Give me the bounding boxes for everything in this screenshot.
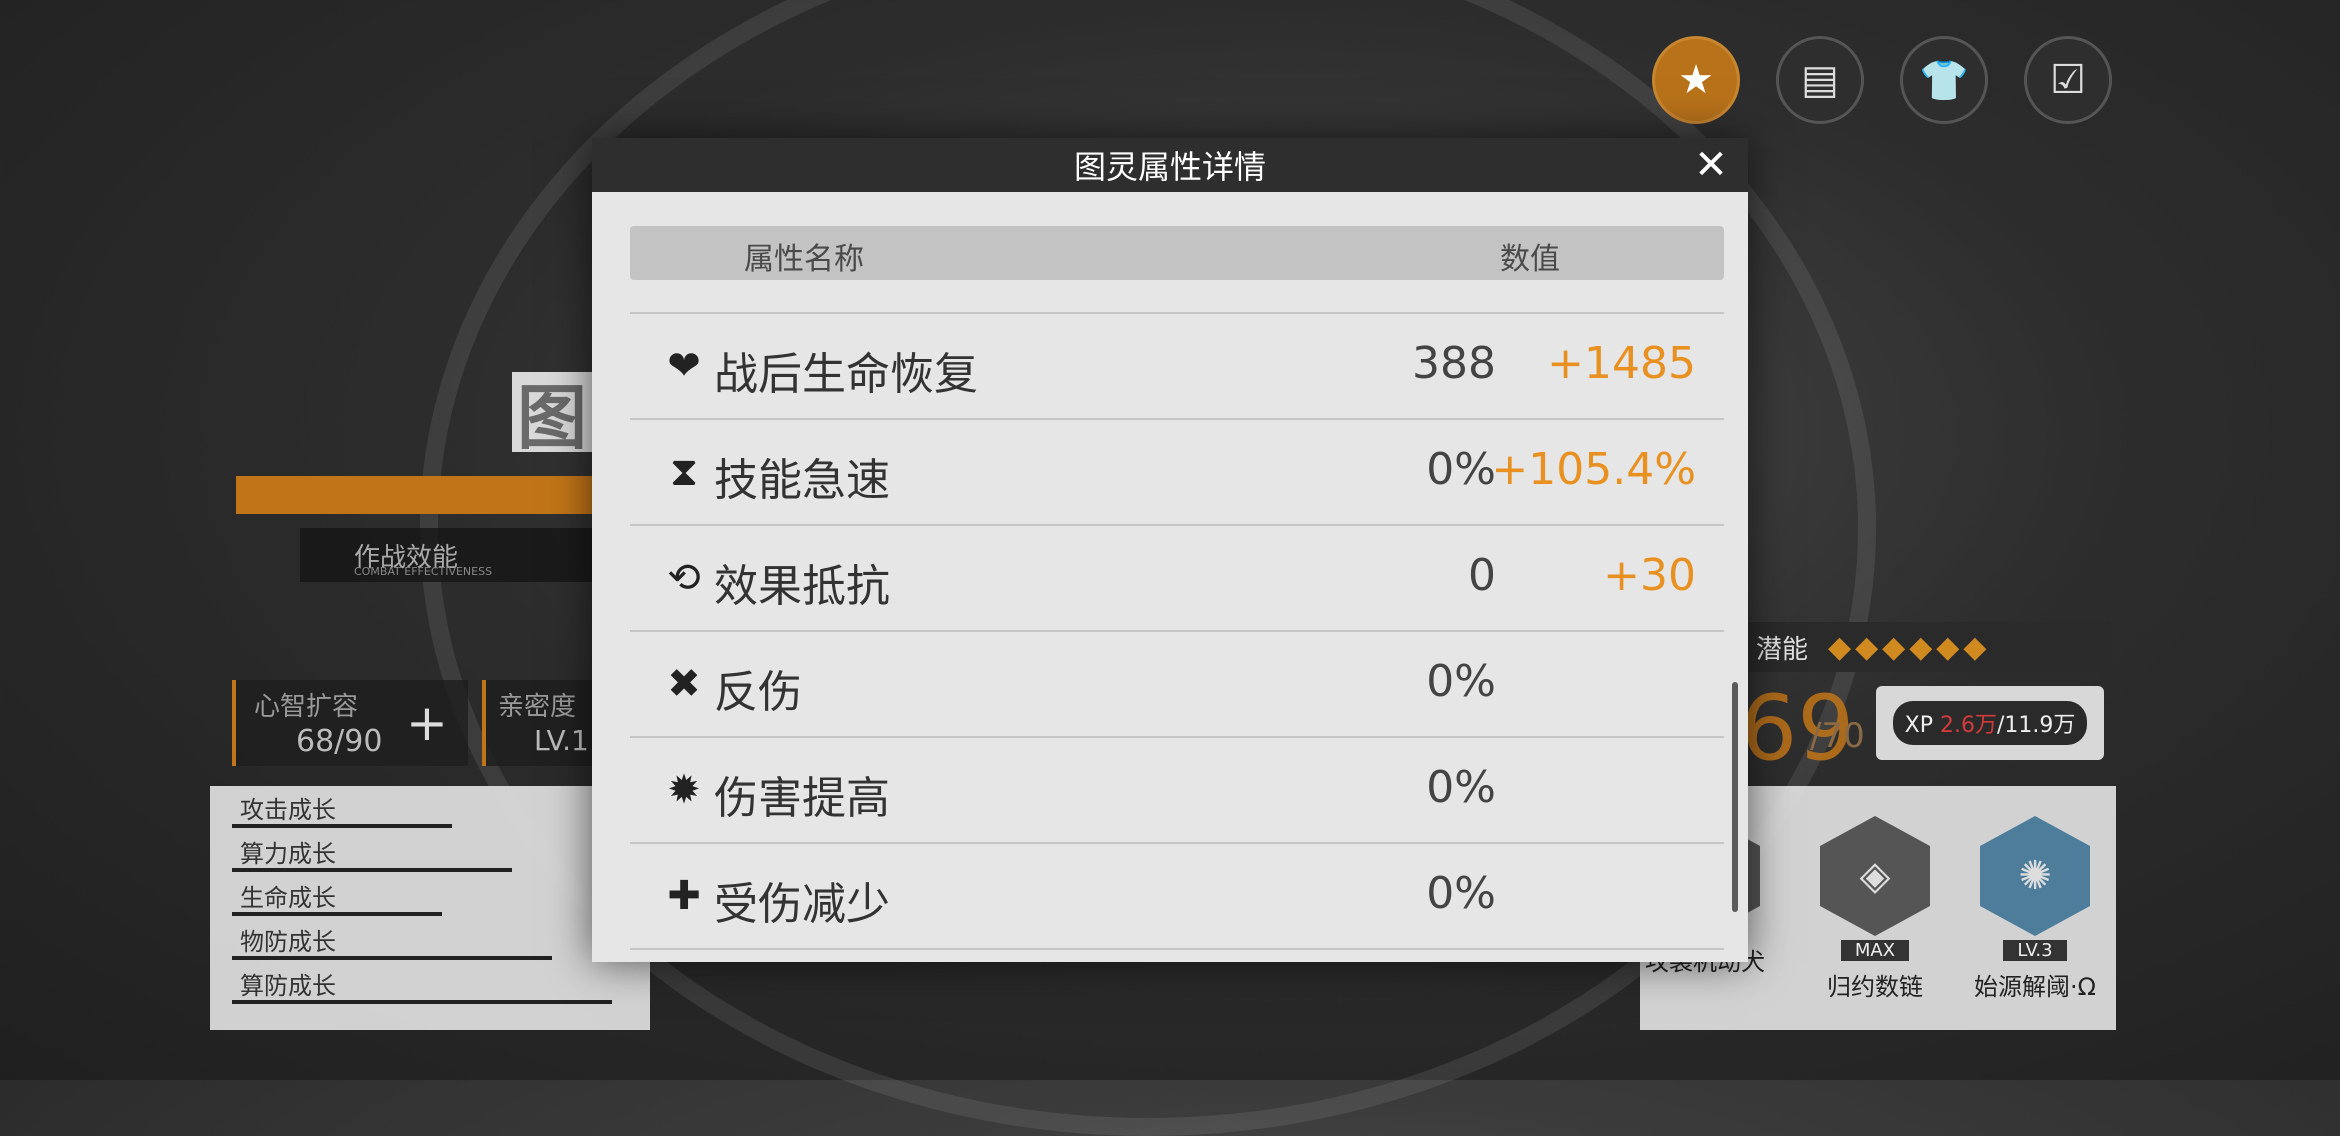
combat-effectiveness: 作战效能 COMBAT EFFECTIVENESS <box>300 528 596 582</box>
skill-3-icon: ✺ <box>1980 816 2090 936</box>
level-max: /70 <box>1810 716 1865 756</box>
skill-3-tag: LV.3 <box>2003 940 2067 961</box>
potential-label: 潜能 <box>1756 634 1809 665</box>
heart-plus-icon: ❤ <box>667 343 701 389</box>
damage-up-icon: ✹ <box>667 767 701 813</box>
growth-hp: 生命成长 <box>232 878 442 916</box>
checklist-button[interactable]: ☑ <box>2024 36 2112 124</box>
mind-expansion-card[interactable]: 心智扩容 68/90 + <box>232 680 468 766</box>
growth-phys-def: 物防成长 <box>232 922 552 960</box>
attribute-row: ✚ 受伤减少 0% <box>630 844 1724 950</box>
attribute-label: 战后生命恢复 <box>714 349 978 400</box>
potential-diamonds-icon: ◆◆◆◆◆◆ <box>1828 629 1991 665</box>
attribute-label: 反伤 <box>714 667 802 718</box>
mind-value: 68/90 <box>296 724 383 759</box>
reflect-icon: ✖ <box>667 661 701 707</box>
name-underline-bar <box>236 476 596 514</box>
checklist-icon: ☑ <box>2050 57 2086 103</box>
affinity-value: LV.1 <box>534 724 589 757</box>
growth-compute: 算力成长 <box>232 834 512 872</box>
attribute-label: 受伤减少 <box>714 879 890 930</box>
attribute-row: ⧗ 技能急速 0% +105.4% <box>630 420 1724 526</box>
attribute-base: 0% <box>1426 762 1496 813</box>
favorite-button[interactable]: ★ <box>1652 36 1740 124</box>
modal-title: 图灵属性详情 <box>1073 148 1266 186</box>
growth-panel: 攻击成长 算力成长 生命成长 物防成长 算防成长 <box>210 786 650 1030</box>
profile-doc-icon: ▤ <box>1801 57 1839 103</box>
outfit-button[interactable]: 👕 <box>1900 36 1988 124</box>
modal-scrollbar[interactable] <box>1732 682 1738 912</box>
attribute-base: 0% <box>1426 444 1496 495</box>
skill-2-name: 归约数链 <box>1827 973 1923 1001</box>
outfit-icon: 👕 <box>1919 57 1969 104</box>
hourglass-icon: ⧗ <box>669 449 699 495</box>
potential-bar: 潜能 ◆◆◆◆◆◆ <box>1726 622 2110 672</box>
combat-sub-label: COMBAT EFFECTIVENESS <box>354 565 493 578</box>
attribute-list[interactable]: ❤ 战后生命恢复 388 +1485 ⧗ 技能急速 0% +105.4% ⟲ 效… <box>630 312 1724 950</box>
skill-3-name: 始源解阈·Ω <box>1974 973 2096 1001</box>
attribute-base: 0 <box>1468 550 1496 601</box>
attribute-bonus: +30 <box>1603 550 1696 601</box>
mind-add-icon[interactable]: + <box>406 694 448 752</box>
skill-2-tag: MAX <box>1840 940 1910 961</box>
skill-3[interactable]: ✺ LV.3 始源解阈·Ω <box>1970 816 2100 1002</box>
xp-current: 2.6万 <box>1939 713 1997 738</box>
attribute-label: 技能急速 <box>714 455 890 506</box>
attribute-row: ⟲ 效果抵抗 0 +30 <box>630 526 1724 632</box>
favorite-icon: ★ <box>1678 57 1714 103</box>
modal-header: 图灵属性详情 ✕ <box>592 138 1748 192</box>
skill-2-icon: ◈ <box>1820 816 1930 936</box>
xp-total: /11.9万 <box>1996 713 2076 738</box>
resist-icon: ⟲ <box>667 555 701 601</box>
xp-readout: XP 2.6万/11.9万 <box>1892 701 2088 745</box>
attribute-label: 效果抵抗 <box>714 561 890 612</box>
xp-box: XP 2.6万/11.9万 <box>1876 686 2104 760</box>
attribute-base: 0% <box>1426 656 1496 707</box>
attribute-detail-modal: 图灵属性详情 ✕ 属性名称 数值 ❤ 战后生命恢复 388 +1485 ⧗ 技能… <box>592 138 1748 962</box>
attribute-row: ✖ 反伤 0% <box>630 632 1724 738</box>
affinity-card[interactable]: 亲密度 LV.1 <box>482 680 596 766</box>
attribute-row: ❤ 战后生命恢复 388 +1485 <box>630 312 1724 420</box>
column-header-name: 属性名称 <box>744 242 864 277</box>
attribute-base: 0% <box>1426 868 1496 919</box>
skill-2[interactable]: ◈ MAX 归约数链 <box>1810 816 1940 1002</box>
attribute-base: 388 <box>1412 338 1496 389</box>
attribute-bonus: +1485 <box>1547 338 1696 389</box>
mind-label: 心智扩容 <box>254 692 359 722</box>
character-name-char: 图 <box>512 372 592 459</box>
table-header: 属性名称 数值 <box>630 226 1724 280</box>
close-icon[interactable]: ✕ <box>1690 144 1732 186</box>
attribute-label: 伤害提高 <box>714 773 890 824</box>
growth-comp-def: 算防成长 <box>232 966 612 1004</box>
damage-reduce-icon: ✚ <box>667 873 701 919</box>
column-header-value: 数值 <box>1500 242 1560 277</box>
attribute-row: ✹ 伤害提高 0% <box>630 738 1724 844</box>
attribute-bonus: +105.4% <box>1491 444 1696 495</box>
profile-doc-button[interactable]: ▤ <box>1776 36 1864 124</box>
affinity-label: 亲密度 <box>498 692 577 722</box>
growth-attack: 攻击成长 <box>232 790 452 828</box>
top-toolbar: ★ ▤ 👕 ☑ <box>1652 36 2112 124</box>
